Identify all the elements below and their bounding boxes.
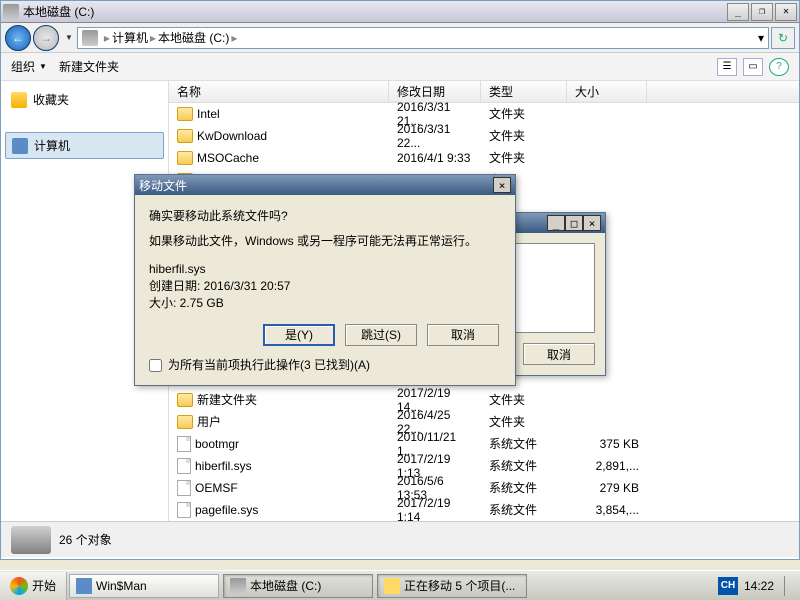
forward-button[interactable]: → <box>33 25 59 51</box>
file-icon <box>177 436 191 452</box>
file-row[interactable]: 用户2016/4/25 22...文件夹 <box>169 411 799 433</box>
taskbar: 开始 Win$Man 本地磁盘 (C:) 正在移动 5 个项目(... CH 1… <box>0 570 800 600</box>
breadcrumb-root[interactable]: 计算机 <box>112 29 148 46</box>
address-dropdown-icon[interactable]: ▾ <box>758 31 764 45</box>
col-name[interactable]: 名称 <box>169 81 389 102</box>
file-row[interactable]: pagefile.sys2017/2/19 1:14系统文件3,854,... <box>169 499 799 521</box>
dialog-question: 确实要移动此系统文件吗? <box>149 207 501 226</box>
ime-indicator[interactable]: CH <box>718 577 738 595</box>
preview-button[interactable]: ▭ <box>743 58 763 76</box>
app-icon <box>76 578 92 594</box>
toolbar: 组织 ▼ 新建文件夹 ☰ ▭ ? <box>1 53 799 81</box>
drive-icon <box>3 4 19 20</box>
refresh-button[interactable]: ↻ <box>771 27 795 49</box>
breadcrumb-item[interactable]: 本地磁盘 (C:) <box>158 29 229 46</box>
dialog-titlebar: 移动文件 × <box>135 175 515 195</box>
close-button[interactable]: ✕ <box>775 3 797 21</box>
titlebar: 本地磁盘 (C:) _ ❐ ✕ <box>1 1 799 23</box>
checkbox-input[interactable] <box>149 359 162 372</box>
status-count: 26 个对象 <box>59 531 112 548</box>
system-tray: CH 14:22 <box>710 576 800 596</box>
clock[interactable]: 14:22 <box>744 579 774 593</box>
minimize-button[interactable]: _ <box>547 215 565 231</box>
file-row[interactable]: Intel2016/3/31 21...文件夹 <box>169 103 799 125</box>
minimize-button[interactable]: _ <box>727 3 749 21</box>
windows-icon <box>10 577 28 595</box>
folder-icon <box>177 415 193 429</box>
folder-icon <box>177 393 193 407</box>
file-row[interactable]: OEMSF2016/5/6 13:53系统文件279 KB <box>169 477 799 499</box>
address-bar[interactable]: ▸ 计算机 ▸ 本地磁盘 (C:) ▸ ▾ <box>77 27 769 49</box>
drive-icon <box>11 526 51 554</box>
statusbar: 26 个对象 <box>1 521 799 557</box>
sidebar-item-computer[interactable]: 计算机 <box>5 132 164 159</box>
start-button[interactable]: 开始 <box>0 572 67 600</box>
file-row[interactable]: 新建文件夹2017/2/19 14...文件夹 <box>169 389 799 411</box>
navbar: ← → ▼ ▸ 计算机 ▸ 本地磁盘 (C:) ▸ ▾ ↻ <box>1 23 799 53</box>
file-row[interactable]: hiberfil.sys2017/2/19 1:13系统文件2,891,... <box>169 455 799 477</box>
folder-icon <box>384 578 400 594</box>
file-icon <box>177 502 191 518</box>
view-button[interactable]: ☰ <box>717 58 737 76</box>
col-type[interactable]: 类型 <box>481 81 567 102</box>
back-button[interactable]: ← <box>5 25 31 51</box>
move-file-dialog: 移动文件 × 确实要移动此系统文件吗? 如果移动此文件，Windows 或另一程… <box>134 174 516 386</box>
col-size[interactable]: 大小 <box>567 81 647 102</box>
yes-button[interactable]: 是(Y) <box>263 324 335 346</box>
taskbar-item[interactable]: Win$Man <box>69 574 219 598</box>
file-row[interactable]: MSOCache2016/4/1 9:33文件夹 <box>169 147 799 169</box>
dialog-warning: 如果移动此文件，Windows 或另一程序可能无法再正常运行。 <box>149 232 501 251</box>
close-button[interactable]: × <box>583 215 601 231</box>
folder-icon <box>177 107 193 121</box>
close-button[interactable]: × <box>493 177 511 193</box>
history-dropdown-icon[interactable]: ▼ <box>65 33 73 42</box>
cancel-button[interactable]: 取消 <box>427 324 499 346</box>
folder-icon <box>177 151 193 165</box>
file-icon <box>177 458 191 474</box>
maximize-button[interactable]: □ <box>565 215 583 231</box>
apply-all-checkbox[interactable]: 为所有当前项执行此操作(3 已找到)(A) <box>149 356 501 375</box>
maximize-button[interactable]: ❐ <box>751 3 773 21</box>
taskbar-item[interactable]: 本地磁盘 (C:) <box>223 574 373 598</box>
taskbar-item[interactable]: 正在移动 5 个项目(... <box>377 574 527 598</box>
drive-icon <box>230 578 246 594</box>
file-details: hiberfil.sys 创建日期: 2016/3/31 20:57 大小: 2… <box>149 261 501 311</box>
drive-icon <box>82 30 98 46</box>
file-icon <box>177 480 191 496</box>
cancel-button[interactable]: 取消 <box>523 343 595 365</box>
file-row[interactable]: bootmgr2010/11/21 1...系统文件375 KB <box>169 433 799 455</box>
show-desktop-button[interactable] <box>784 576 792 596</box>
folder-icon <box>177 129 193 143</box>
help-button[interactable]: ? <box>769 58 789 76</box>
newfolder-button[interactable]: 新建文件夹 <box>59 58 119 75</box>
star-icon <box>11 92 27 108</box>
computer-icon <box>12 138 28 154</box>
organize-menu[interactable]: 组织 ▼ <box>11 58 47 75</box>
dialog-title: 移动文件 <box>139 177 493 194</box>
skip-button[interactable]: 跳过(S) <box>345 324 417 346</box>
column-headers: 名称 修改日期 类型 大小 <box>169 81 799 103</box>
sidebar-item-favorites[interactable]: 收藏夹 <box>5 87 164 112</box>
file-row[interactable]: KwDownload2016/3/31 22...文件夹 <box>169 125 799 147</box>
window-title: 本地磁盘 (C:) <box>23 3 725 20</box>
